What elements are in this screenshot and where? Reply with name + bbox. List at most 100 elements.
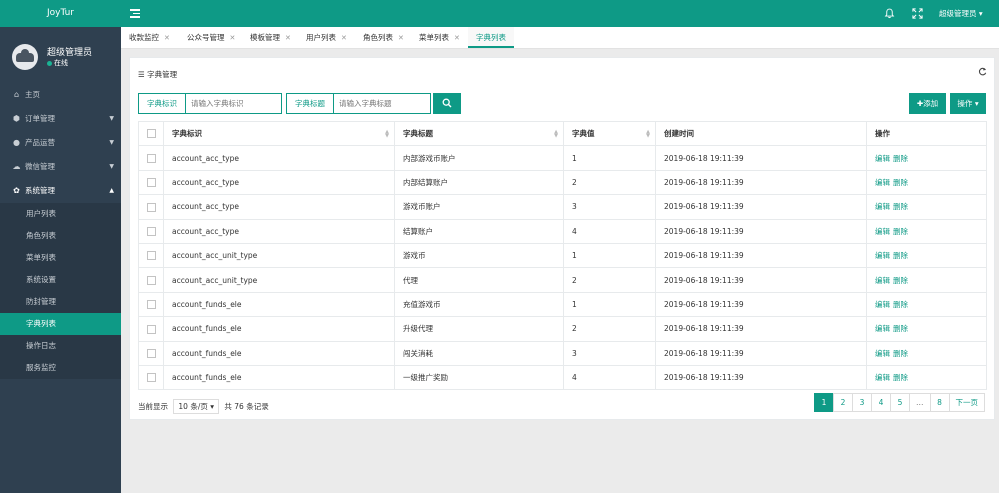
delete-link[interactable]: 删除 — [893, 276, 908, 285]
menu-item-system[interactable]: ✿ 系统管理 ▲ — [0, 179, 121, 203]
page-button[interactable]: 2 — [833, 393, 853, 412]
tab-payment-monitor[interactable]: 收款监控 ✕ — [121, 27, 170, 48]
menu-item-products[interactable]: ● 产品运营 ▼ — [0, 131, 121, 155]
delete-link[interactable]: 删除 — [893, 300, 908, 309]
row-checkbox[interactable] — [147, 178, 156, 188]
submenu-item-roles[interactable]: 角色列表 — [0, 225, 121, 247]
page-button[interactable]: 3 — [852, 393, 872, 412]
column-header-value[interactable]: 字典值 ▲ ▼ — [563, 120, 656, 147]
edit-link[interactable]: 编辑 — [875, 251, 890, 260]
table-row[interactable]: account_funds_ele 一级推广奖励 4 2019-06-18 19:11… — [138, 364, 987, 391]
row-checkbox[interactable] — [147, 251, 156, 261]
bell-icon[interactable] — [884, 8, 895, 19]
edit-link[interactable]: 编辑 — [875, 178, 890, 187]
table-row[interactable]: account_acc_unit_type 游戏币 1 2019-06-18 19:1… — [138, 242, 987, 269]
search-title-group: 字典标题 — [286, 93, 431, 114]
table-row[interactable]: account_funds_ele 充值游戏币 1 2019-06-18 19:11:… — [138, 291, 987, 318]
page-size-select[interactable]: 10 条/页 ▾ — [173, 399, 220, 414]
tab-official-accounts[interactable]: 公众号管理 ✕ — [179, 27, 235, 48]
page-button[interactable]: 8 — [929, 393, 950, 412]
delete-link[interactable]: 删除 — [893, 202, 908, 211]
row-checkbox[interactable] — [147, 153, 156, 163]
submenu-item-settings[interactable]: 系统设置 — [0, 269, 121, 291]
tab-menu-list[interactable]: 菜单列表 ✕ — [411, 27, 460, 48]
edit-link[interactable]: 编辑 — [875, 300, 890, 309]
avatar[interactable] — [12, 44, 38, 70]
submenu-item-menus[interactable]: 菜单列表 — [0, 247, 121, 269]
edit-link[interactable]: 编辑 — [875, 227, 890, 236]
operations-dropdown[interactable]: 操作 ▾ — [950, 93, 986, 114]
row-checkbox[interactable] — [147, 348, 156, 358]
table-row[interactable]: account_acc_type 游戏币账户 3 2019-06-18 19:11:3… — [138, 194, 987, 220]
menu-item-wechat[interactable]: ☁ 微信管理 ▼ — [0, 155, 121, 179]
table-row[interactable]: account_funds_ele 升级代理 2 2019-06-18 19:11:3… — [138, 316, 987, 342]
edit-link[interactable]: 编辑 — [875, 202, 890, 211]
cell-created: 2019-06-18 19:11:39 — [655, 145, 867, 171]
edit-link[interactable]: 编辑 — [875, 349, 890, 358]
submenu-item-dictionary[interactable]: 字典列表 — [0, 313, 121, 335]
submenu-item-monitor[interactable]: 服务监控 — [0, 357, 121, 379]
page-button[interactable]: 4 — [871, 393, 891, 412]
search-title-input[interactable] — [334, 94, 421, 113]
delete-link[interactable]: 删除 — [893, 227, 908, 236]
close-icon[interactable]: ✕ — [398, 34, 404, 42]
row-checkbox[interactable] — [147, 227, 156, 236]
row-checkbox[interactable] — [147, 373, 156, 383]
cell-value: 2 — [563, 316, 656, 342]
search-key-input[interactable] — [186, 94, 272, 113]
menu-item-home[interactable]: ⌂ 主页 — [0, 83, 121, 107]
select-all-checkbox[interactable] — [147, 129, 156, 139]
tab-user-list[interactable]: 用户列表 ✕ — [298, 27, 347, 48]
fullscreen-icon[interactable] — [912, 8, 923, 19]
dictionary-table: 字典标识 ▲ ▼ 字典标题 ▲ ▼ 字典值 ▲ ▼ 创建时间 操作 account_acc_… — [138, 120, 987, 391]
admin-dropdown[interactable]: 超级管理员 ▾ — [939, 0, 983, 27]
row-checkbox[interactable] — [147, 202, 156, 212]
close-icon[interactable]: ✕ — [285, 34, 291, 42]
next-page-button[interactable]: 下一页 — [948, 393, 985, 412]
column-header-key[interactable]: 字典标识 ▲ ▼ — [163, 120, 395, 147]
edit-link[interactable]: 编辑 — [875, 276, 890, 285]
pagination-info: 当前显示 10 条/页 ▾ 共 76 条记录 — [138, 399, 269, 414]
delete-link[interactable]: 删除 — [893, 349, 908, 358]
table-row[interactable]: account_acc_type 内部结算账户 2 2019-06-18 19:11:… — [138, 169, 987, 196]
refresh-icon[interactable] — [978, 67, 987, 76]
row-checkbox[interactable] — [147, 275, 156, 285]
row-select-cell — [138, 291, 164, 318]
search-button[interactable] — [433, 93, 461, 114]
delete-link[interactable]: 删除 — [893, 324, 908, 333]
tab-role-list[interactable]: 角色列表 ✕ — [355, 27, 404, 48]
row-checkbox[interactable] — [147, 324, 156, 334]
row-checkbox[interactable] — [147, 300, 156, 310]
page-button[interactable]: 1 — [814, 393, 834, 412]
tab-dictionary-list[interactable]: 字典列表 — [468, 27, 514, 48]
tab-templates[interactable]: 模板管理 ✕ — [242, 27, 291, 48]
close-icon[interactable]: ✕ — [164, 34, 170, 42]
row-select-cell — [138, 340, 164, 366]
close-icon[interactable]: ✕ — [454, 34, 460, 42]
add-button[interactable]: ✚添加 — [909, 93, 946, 114]
table-row[interactable]: account_acc_type 内部游戏币账户 1 2019-06-18 19:11… — [138, 145, 987, 171]
page-button[interactable]: 5 — [890, 393, 910, 412]
close-icon[interactable]: ✕ — [341, 34, 347, 42]
submenu-item-users[interactable]: 用户列表 — [0, 203, 121, 225]
close-icon[interactable]: ✕ — [230, 34, 236, 42]
submenu-item-anti-block[interactable]: 防封管理 — [0, 291, 121, 313]
table-row[interactable]: account_acc_unit_type 代理 2 2019-06-18 19:11… — [138, 267, 987, 293]
column-header-title[interactable]: 字典标题 ▲ ▼ — [394, 120, 564, 147]
menu-item-orders[interactable]: ⬢ 订单管理 ▼ — [0, 107, 121, 131]
delete-link[interactable]: 删除 — [893, 373, 908, 382]
delete-link[interactable]: 删除 — [893, 251, 908, 260]
delete-link[interactable]: 删除 — [893, 178, 908, 187]
menu-toggle-icon[interactable] — [130, 8, 140, 18]
edit-link[interactable]: 编辑 — [875, 154, 890, 163]
cell-key: account_acc_type — [163, 145, 395, 171]
cell-value: 1 — [563, 145, 656, 171]
edit-link[interactable]: 编辑 — [875, 324, 890, 333]
table-row[interactable]: account_funds_ele 闯关消耗 3 2019-06-18 19:11:3… — [138, 340, 987, 366]
tab-label: 字典列表 — [476, 33, 506, 42]
table-row[interactable]: account_acc_type 结算账户 4 2019-06-18 19:11:39… — [138, 218, 987, 244]
table-body: account_acc_type 内部游戏币账户 1 2019-06-18 19:11… — [138, 145, 987, 391]
edit-link[interactable]: 编辑 — [875, 373, 890, 382]
submenu-item-logs[interactable]: 操作日志 — [0, 335, 121, 357]
delete-link[interactable]: 删除 — [893, 154, 908, 163]
